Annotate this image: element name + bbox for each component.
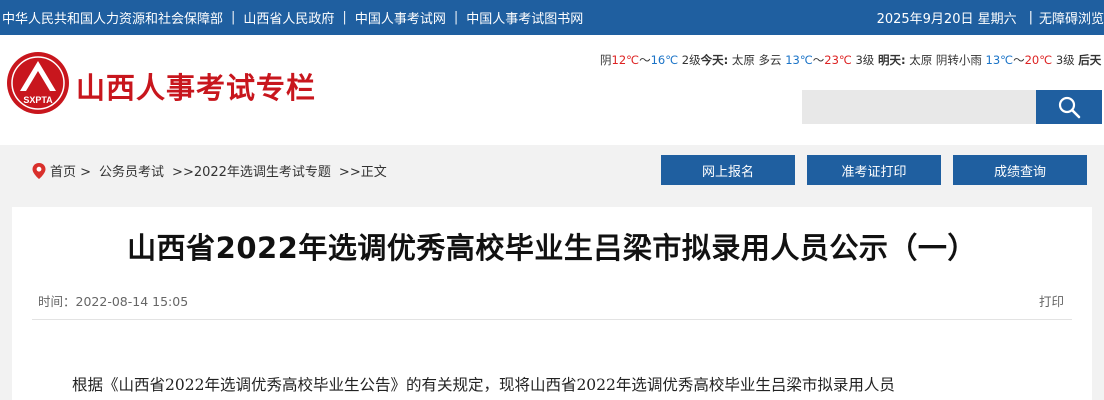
top-bar: 中华人民共和国人力资源和社会保障部 | 山西省人民政府 | 中国人事考试网 | …	[0, 0, 1104, 35]
weather-temp: 23℃	[824, 53, 852, 67]
breadcrumb-home[interactable]: 首页 >	[50, 161, 91, 180]
breadcrumb-topic[interactable]: >>2022年选调生考试专题	[172, 161, 331, 180]
header: SXPTA 山西人事考试专栏 阴12℃～16℃ 2级今天: 太原 多云 13℃～…	[0, 35, 1104, 145]
link-shanxi-gov[interactable]: 山西省人民政府	[243, 8, 334, 27]
weather-wind: 2级	[681, 53, 701, 67]
score-query-button[interactable]: 成绩查询	[953, 155, 1087, 185]
weather-cond: 阴转小雨	[935, 53, 982, 67]
weather-wind: 3级	[1055, 53, 1075, 67]
search-input[interactable]	[802, 90, 1036, 124]
breadcrumb-current: >>正文	[338, 165, 387, 180]
link-mohrss[interactable]: 中华人民共和国人力资源和社会保障部	[2, 8, 223, 27]
print-link[interactable]: 打印	[1039, 291, 1064, 310]
weather-temp: 13℃	[785, 53, 813, 67]
sxpta-logo-icon[interactable]: SXPTA	[6, 51, 70, 115]
weather-tilde: ～	[1013, 53, 1025, 67]
weather-cond: 阴	[600, 53, 612, 67]
current-date: 2025年9月20日 星期六	[876, 12, 1017, 27]
search-icon	[1058, 96, 1081, 119]
article-meta: 时间：2022-08-14 15:05	[38, 291, 188, 310]
article-body: 根据《山西省2022年选调优秀高校毕业生公告》的有关规定，现将山西省2022年选…	[72, 376, 895, 394]
online-register-button[interactable]: 网上报名	[661, 155, 795, 185]
breadcrumb-bar: 首页 > 公务员考试 >>2022年选调生考试专题 >>正文 网上报名 准考证打…	[12, 145, 1092, 195]
separator: |	[342, 10, 347, 25]
search-button[interactable]	[1036, 90, 1102, 124]
weather-tilde: ～	[812, 53, 825, 67]
accessibility-link[interactable]: 无障碍浏览	[1039, 8, 1104, 27]
weather-temp: 13℃	[985, 53, 1014, 67]
time-label: 时间：	[38, 294, 76, 309]
weather-wind: 3级	[855, 53, 875, 67]
weather-city: 太原	[731, 53, 755, 67]
separator: |	[231, 10, 236, 25]
breadcrumb-civil-service[interactable]: 公务员考试	[99, 161, 164, 180]
top-links: 中华人民共和国人力资源和社会保障部 | 山西省人民政府 | 中国人事考试网 | …	[2, 0, 583, 35]
weather-city: 太原	[909, 53, 933, 67]
breadcrumb: 首页 > 公务员考试 >>2022年选调生考试专题 >>正文	[32, 161, 387, 180]
site-title[interactable]: 山西人事考试专栏	[76, 65, 316, 107]
separator: |	[1028, 10, 1033, 25]
weather-day-label: 今天:	[700, 53, 729, 67]
weather-tilde: ～	[639, 53, 651, 67]
location-pin-icon	[32, 162, 46, 179]
separator: |	[453, 10, 459, 25]
weather-day-label: 后天	[1078, 53, 1102, 67]
article-title: 山西省2022年选调优秀高校毕业生吕梁市拟录用人员公示（一）	[127, 231, 977, 265]
weather-ticker: 阴12℃～16℃ 2级今天: 太原 多云 13℃～23℃ 3级 明天: 太原 阴…	[600, 52, 1104, 68]
article-card: 山西省2022年选调优秀高校毕业生吕梁市拟录用人员公示（一） 时间：2022-0…	[12, 207, 1092, 400]
weather-temp: 20℃	[1024, 53, 1053, 67]
weather-temp: 12℃	[611, 53, 640, 67]
admit-card-print-button[interactable]: 准考证打印	[807, 155, 941, 185]
divider	[32, 319, 1072, 320]
top-right: 2025年9月20日 星期六 | 无障碍浏览	[877, 0, 1104, 35]
weather-cond: 多云	[758, 53, 782, 67]
link-cpta-books[interactable]: 中国人事考试图书网	[466, 8, 583, 27]
weather-day-label: 明天:	[877, 53, 906, 67]
logo-text: SXPTA	[23, 95, 53, 105]
publish-time: 2022-08-14 15:05	[75, 294, 189, 309]
link-cpta[interactable]: 中国人事考试网	[355, 8, 446, 27]
weather-temp: 16℃	[650, 53, 679, 67]
